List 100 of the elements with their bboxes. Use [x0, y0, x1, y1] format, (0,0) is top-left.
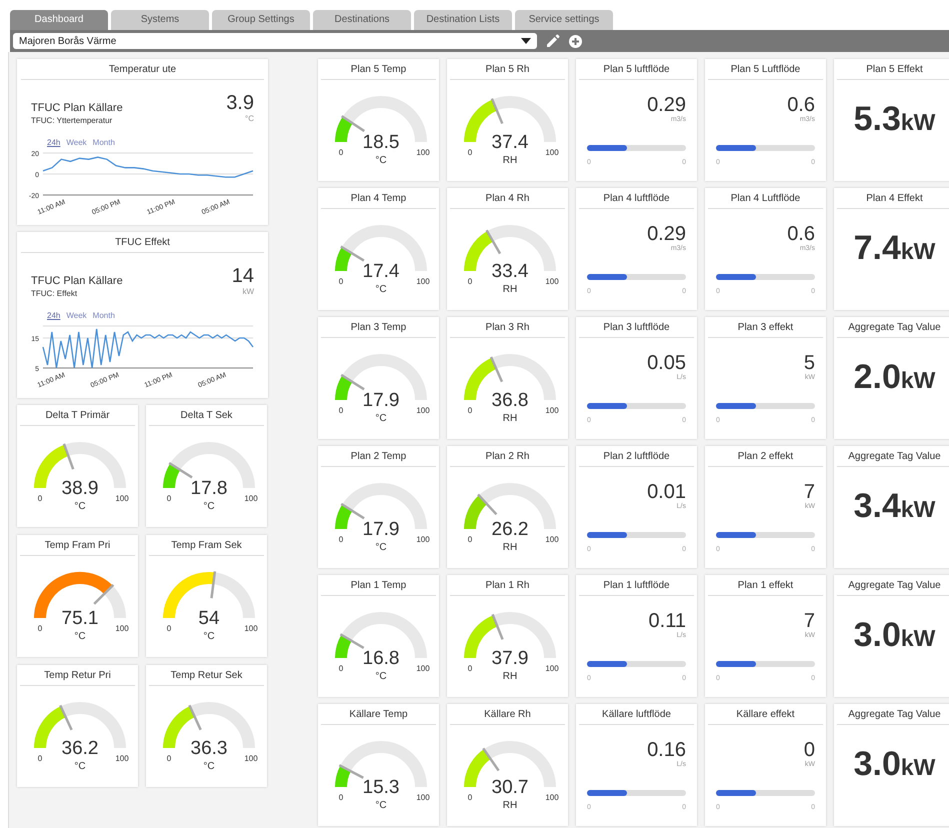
card-title: Plan 4 Effekt — [837, 188, 949, 209]
gauge-value: 36.3 — [190, 738, 228, 759]
big-value: 3.0 — [854, 616, 901, 655]
big-value: 3.0 — [854, 745, 901, 784]
gauge-needle — [62, 443, 74, 470]
max-label: 100 — [244, 754, 258, 763]
gauge-value: 26.2 — [492, 519, 528, 540]
gauge-needle — [340, 502, 365, 520]
unit-label: RH — [502, 671, 518, 682]
unit-label: °C — [74, 761, 86, 772]
big-value: 5.3 — [854, 100, 901, 139]
max-label: 100 — [416, 793, 430, 802]
max-label: 100 — [244, 624, 258, 633]
meter-value: 0.05 — [646, 352, 686, 374]
max-label: 100 — [416, 664, 430, 673]
card-title: Plan 3 luftflöde — [579, 317, 694, 338]
gauge-value: 37.4 — [492, 132, 528, 153]
max-label: 100 — [545, 664, 559, 673]
max-label: 100 — [416, 148, 430, 157]
gauge-needle — [490, 98, 504, 124]
card-title: Plan 3 Temp — [321, 317, 436, 338]
card-title: Plan 1 effekt — [708, 575, 823, 596]
min-label: 0 — [166, 624, 172, 633]
min-label: 0 — [38, 624, 42, 633]
gauge-value: 36.2 — [62, 738, 98, 759]
gauge-needle — [340, 633, 364, 649]
meter-value: 0.6 — [786, 223, 815, 245]
pencil-icon[interactable] — [546, 34, 560, 48]
unit-label: °C — [375, 671, 387, 682]
unit-label: kW — [900, 367, 936, 394]
max-label: 100 — [244, 494, 258, 503]
gauge-value: 17.8 — [190, 478, 228, 499]
tab[interactable]: Dashboard — [10, 10, 108, 30]
card-title: Plan 4 Rh — [450, 188, 565, 209]
gauge-needle — [168, 462, 193, 478]
add-icon[interactable] — [569, 34, 582, 48]
big-value: 3.4 — [854, 487, 901, 526]
meter-value: 0.29 — [646, 94, 686, 116]
card-title: Källare effekt — [708, 704, 823, 725]
max-label: 100 — [545, 406, 559, 415]
min-label: 0 — [166, 494, 172, 503]
max-label: 100 — [545, 793, 559, 802]
gauge-value: 38.9 — [62, 478, 98, 499]
max-label: 100 — [416, 277, 430, 286]
big-value: 2.0 — [854, 358, 901, 397]
gauge-needle — [482, 748, 500, 772]
unit-label: kW — [900, 625, 936, 652]
gauge-value: 18.5 — [362, 132, 400, 153]
gauge-needle — [340, 246, 365, 262]
min-label: 0 — [338, 148, 344, 157]
range-link[interactable]: Month — [92, 311, 115, 320]
min-label: 0 — [468, 793, 472, 802]
card-title: Källare Rh — [450, 704, 565, 725]
unit-label: °C — [203, 631, 215, 642]
min-label: 0 — [468, 535, 472, 544]
range-link[interactable]: Month — [92, 138, 115, 147]
unit-label: °C — [375, 413, 387, 424]
min-label: 0 — [468, 664, 472, 673]
min-label: 0 — [338, 664, 344, 673]
site-select[interactable]: Majoren Borås Värme — [13, 33, 537, 49]
gauge-value: 17.9 — [362, 519, 400, 540]
card-title: Källare Temp — [321, 704, 436, 725]
unit-label: °C — [203, 761, 215, 772]
tab[interactable]: Destination Lists — [414, 10, 512, 30]
gauge-value: 30.7 — [492, 777, 528, 798]
tab[interactable]: Destinations — [313, 10, 411, 30]
big-value: 7.4 — [854, 229, 901, 268]
card-title: Plan 1 Temp — [321, 575, 436, 596]
gauge-value: 33.4 — [492, 261, 528, 282]
range-link[interactable]: 24h — [47, 138, 60, 147]
gauge-needle — [477, 494, 498, 516]
gauge-needle — [341, 115, 365, 132]
gauge-needle — [486, 230, 502, 254]
max-label: 100 — [545, 535, 559, 544]
unit-label: kW — [900, 754, 936, 781]
card-title: Plan 2 Rh — [450, 446, 565, 467]
range-link[interactable]: 24h — [47, 311, 60, 320]
min-label: 0 — [338, 535, 344, 544]
unit-label: kW — [241, 287, 254, 296]
unit-label: RH — [502, 542, 518, 553]
card-title: Temp Retur Sek — [149, 665, 264, 686]
unit-label: °C — [375, 800, 387, 811]
tab[interactable]: Systems — [111, 10, 209, 30]
unit-label: kW — [900, 496, 936, 523]
unit-label: °C — [74, 501, 86, 512]
gauge-needle — [59, 704, 73, 730]
tab[interactable]: Service settings — [515, 10, 613, 30]
range-link[interactable]: Week — [66, 311, 87, 320]
card-title: Plan 4 luftflöde — [579, 188, 694, 209]
min-label: 0 — [468, 148, 472, 157]
unit-label: °C — [244, 114, 254, 123]
min-label: 0 — [38, 754, 42, 763]
card-title: Plan 3 effekt — [708, 317, 823, 338]
card-title: Temp Fram Pri — [20, 535, 135, 556]
gauge-value: 37.9 — [492, 648, 528, 669]
unit-label: RH — [502, 413, 518, 424]
tab[interactable]: Group Settings — [212, 10, 310, 30]
card-title: Plan 1 luftflöde — [579, 575, 694, 596]
card-title: Aggregate Tag Value — [837, 446, 949, 467]
range-link[interactable]: Week — [66, 138, 87, 147]
